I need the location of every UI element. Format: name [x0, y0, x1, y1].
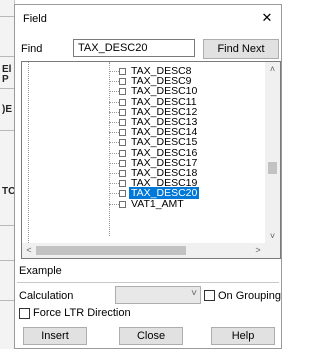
tree-content: TAX_DESC8 TAX_DESC9 TAX_DESC10 TAX_DESC11 TA… [22, 62, 265, 243]
horizontal-scrollbar[interactable]: < > [22, 243, 265, 258]
close-icon[interactable]: ✕ [257, 9, 277, 27]
background-divider [0, 225, 14, 226]
vertical-scrollbar[interactable]: ˄ ˅ [265, 62, 280, 243]
background-divider [0, 260, 14, 261]
background-divider [0, 56, 14, 57]
scrollbar-corner [265, 243, 280, 258]
tree-connector-line [109, 132, 119, 134]
background-divider [0, 300, 14, 301]
field-node-icon [119, 98, 126, 106]
force-ltr-label: Force LTR Direction [33, 307, 131, 319]
scroll-up-icon[interactable]: ˄ [265, 62, 280, 76]
example-label: Example [19, 265, 62, 277]
tree-connector-line [28, 62, 29, 243]
field-node-icon [119, 108, 126, 116]
find-input[interactable]: TAX_DESC20 [73, 39, 195, 57]
field-node-icon [119, 170, 126, 177]
field-node-icon [119, 149, 126, 157]
field-node-icon [119, 68, 126, 75]
tree-connector-line [109, 152, 119, 154]
chevron-down-icon: ˅ [191, 288, 197, 299]
calculation-select[interactable]: ˅ [115, 286, 201, 304]
field-node-icon [119, 159, 126, 167]
field-node-icon [119, 180, 126, 188]
dialog-title: Field [23, 13, 47, 25]
background-label: )E [2, 104, 12, 115]
find-next-button[interactable]: Find Next [203, 39, 279, 59]
find-label: Find [21, 43, 43, 55]
field-node-icon [119, 139, 126, 147]
tree-connector-line [109, 91, 119, 93]
background-divider [0, 88, 14, 89]
vertical-scroll-thumb[interactable] [268, 162, 277, 174]
help-button[interactable]: Help [211, 327, 275, 345]
background-divider [0, 16, 14, 17]
calculation-label: Calculation [19, 290, 74, 302]
scroll-right-icon[interactable]: > [251, 243, 265, 258]
tree-connector-line [109, 193, 119, 195]
force-ltr-checkbox[interactable] [19, 308, 30, 319]
scroll-left-icon[interactable]: < [22, 243, 36, 258]
background-divider [0, 130, 14, 131]
title-bar: Field ✕ [15, 5, 281, 33]
insert-button[interactable]: Insert [23, 327, 87, 345]
tree-item[interactable]: VAT1_AMT [109, 197, 259, 210]
tree-connector-line [109, 111, 119, 113]
scroll-down-icon[interactable]: ˅ [265, 229, 280, 243]
field-tree[interactable]: TAX_DESC8 TAX_DESC9 TAX_DESC10 TAX_DESC11 TA… [21, 61, 281, 259]
tree-connector-line [109, 71, 119, 72]
tree-connector-line [109, 203, 119, 205]
tree-connector-line [109, 81, 119, 83]
close-button[interactable]: Close [119, 327, 183, 345]
tree-connector-line [109, 183, 119, 185]
field-node-icon [119, 200, 126, 208]
field-node-icon [119, 190, 126, 198]
field-node-icon [119, 88, 126, 96]
background-application: El P )E TC [0, 0, 15, 349]
field-dialog: Field ✕ Find TAX_DESC20 Find Next TAX_DE… [14, 4, 282, 349]
example-separator [17, 282, 279, 283]
tree-connector-line [109, 173, 119, 174]
on-grouping-label: On Grouping [218, 290, 281, 302]
field-node-icon [119, 119, 126, 126]
tree-connector-line [109, 122, 119, 123]
tree-connector-line [109, 162, 119, 164]
background-label: P [2, 74, 9, 85]
tree-connector-line [109, 101, 119, 103]
tree-item-label: VAT1_AMT [131, 197, 184, 210]
horizontal-scroll-thumb[interactable] [36, 246, 186, 255]
tree-connector-line [109, 142, 119, 144]
field-node-icon [119, 129, 126, 137]
field-node-icon [119, 78, 126, 86]
on-grouping-checkbox[interactable] [204, 290, 215, 301]
